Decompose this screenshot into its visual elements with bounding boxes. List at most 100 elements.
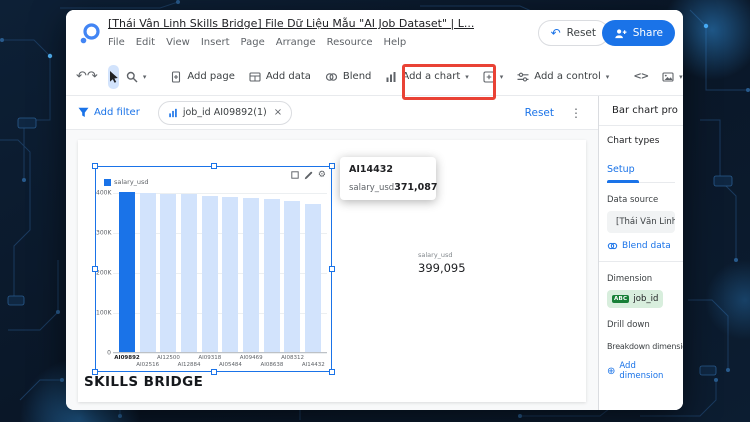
select-tool-button[interactable] (107, 64, 119, 89)
bar-AI12500[interactable] (160, 194, 177, 352)
menu-arrange[interactable]: Arrange (276, 37, 316, 48)
edit-pencil-icon[interactable] (304, 171, 313, 180)
chart-action-icons: ⚙ (291, 170, 326, 180)
menu-resource[interactable]: Resource (327, 37, 373, 48)
bar-AI02516[interactable] (139, 193, 156, 352)
x-axis-label: AI09892 (114, 355, 140, 361)
menu-view[interactable]: View (166, 37, 190, 48)
breakdown-dimension-label: Breakdown dimension (607, 342, 683, 351)
selection-handle[interactable] (210, 163, 217, 169)
filter-bar: Add filter job_id AI09892(1) × Reset ⋮ (66, 96, 598, 130)
redo-icon: ↷ (86, 69, 98, 84)
toolbar: ↶ ↷ ▾ Add page Add data Blend Add a char… (66, 58, 683, 96)
blend-button[interactable]: Blend (318, 64, 378, 90)
bar-AI09892[interactable] (119, 192, 135, 352)
add-control-button[interactable]: Add a control ▾ (510, 64, 616, 90)
selection-handle[interactable] (92, 163, 98, 169)
add-filter-button[interactable]: Add filter (78, 107, 140, 118)
plot-area (113, 192, 327, 354)
canvas-reset-button[interactable]: Reset (525, 107, 554, 119)
community-visualizations-button[interactable]: ▾ (476, 64, 511, 90)
reset-button[interactable]: ↶ Reset (537, 20, 609, 46)
bar-AI14432[interactable] (304, 204, 321, 352)
add-page-label: Add page (187, 71, 235, 82)
add-chart-button[interactable]: Add a chart ▾ (378, 64, 475, 90)
close-icon[interactable]: × (274, 107, 282, 118)
add-dimension-button[interactable]: ⊕ Add dimension (607, 361, 675, 381)
bar-AI09469[interactable] (242, 198, 259, 352)
blend-icon (607, 242, 618, 250)
blend-data-button[interactable]: Blend data (607, 241, 675, 251)
filter-icon (78, 107, 89, 117)
blend-label: Blend (342, 71, 372, 82)
panel-divider (599, 261, 683, 262)
zoom-button[interactable]: ▾ (119, 64, 154, 90)
add-data-button[interactable]: Add data (242, 64, 318, 90)
blend-data-label: Blend data (622, 241, 671, 251)
x-axis-label: AI08638 (260, 362, 284, 368)
gear-icon[interactable]: ⚙ (318, 170, 326, 180)
more-vertical-icon[interactable]: ⋮ (570, 106, 582, 120)
insert-image-button[interactable]: ▾ (655, 64, 683, 90)
redo-button[interactable]: ↷ (87, 65, 98, 89)
scorecard-chart[interactable]: salary_usd 399,095 (418, 251, 466, 275)
embed-button[interactable]: <> (626, 64, 655, 90)
sliders-icon (517, 72, 529, 82)
reset-label: Reset (566, 27, 596, 39)
caret-down-icon: ▾ (679, 72, 683, 81)
filter-chip-label: job_id AI09892(1) (182, 107, 267, 118)
selection-handle[interactable] (329, 266, 335, 272)
drill-down-label: Drill down (607, 320, 650, 330)
undo-icon: ↶ (550, 26, 561, 40)
tooltip-metric-value: 371,087 (394, 182, 438, 193)
looker-studio-logo (80, 23, 100, 44)
y-axis-tick: 200K (96, 269, 112, 277)
share-button[interactable]: Share (601, 20, 675, 46)
add-control-label: Add a control (534, 71, 601, 82)
add-data-label: Add data (265, 71, 311, 82)
bar-chart[interactable]: ⚙ salary_usd AI09892 AI02516 AI12500 AI1288… (92, 163, 335, 375)
scorecard-label: salary_usd (418, 251, 453, 259)
chart-legend: salary_usd (104, 178, 149, 186)
add-data-icon (249, 71, 261, 82)
caret-down-icon: ▾ (142, 72, 147, 81)
data-source-chip[interactable]: [Thái Văn Linh Sk (607, 211, 675, 233)
menu-edit[interactable]: Edit (136, 37, 155, 48)
report-canvas: ⚙ salary_usd AI09892 AI02516 AI12500 AI1288… (66, 130, 598, 410)
selection-handle[interactable] (210, 369, 217, 375)
y-axis-tick: 0 (107, 349, 111, 357)
filter-chip-job-id[interactable]: job_id AI09892(1) × (157, 100, 293, 125)
selection-handle[interactable] (329, 369, 335, 375)
selection-handle[interactable] (92, 266, 98, 272)
selection-handle[interactable] (92, 369, 98, 375)
blend-icon (325, 72, 338, 81)
bar-AI08312[interactable] (284, 201, 301, 352)
app-header: [Thái Vân Linh Skills Bridge] File Dữ Li… (66, 10, 683, 58)
document-title[interactable]: [Thái Vân Linh Skills Bridge] File Dữ Li… (108, 17, 474, 30)
image-icon (662, 71, 674, 82)
bar-AI05484[interactable] (222, 197, 239, 352)
x-axis-label: AI12500 (156, 355, 180, 361)
tooltip-title: AI14432 (349, 164, 393, 175)
menu-page[interactable]: Page (241, 37, 265, 48)
bar-AI09318[interactable] (201, 196, 218, 352)
bar-AI12884[interactable] (180, 194, 197, 352)
bar-chart-icon (386, 71, 396, 82)
x-axis-label: AI05484 (219, 362, 242, 368)
selection-handle[interactable] (329, 163, 335, 169)
menu-insert[interactable]: Insert (201, 37, 230, 48)
tab-setup[interactable]: Setup (607, 164, 635, 175)
legend-swatch (104, 178, 111, 186)
dimension-chip-job-id[interactable]: ABC job_id (607, 290, 664, 308)
dimension-label: Dimension (607, 274, 653, 284)
x-axis-label: AI14432 (301, 362, 325, 368)
menu-file[interactable]: File (108, 37, 125, 48)
select-region-icon[interactable] (291, 171, 299, 179)
looker-studio-window: [Thái Vân Linh Skills Bridge] File Dữ Li… (66, 10, 683, 410)
undo-button[interactable]: ↶ (76, 65, 87, 89)
add-page-button[interactable]: Add page (163, 64, 242, 90)
x-axis-label: AI12884 (177, 362, 201, 368)
cursor-icon (109, 70, 118, 83)
menu-help[interactable]: Help (383, 37, 406, 48)
bar-AI08638[interactable] (263, 199, 280, 352)
